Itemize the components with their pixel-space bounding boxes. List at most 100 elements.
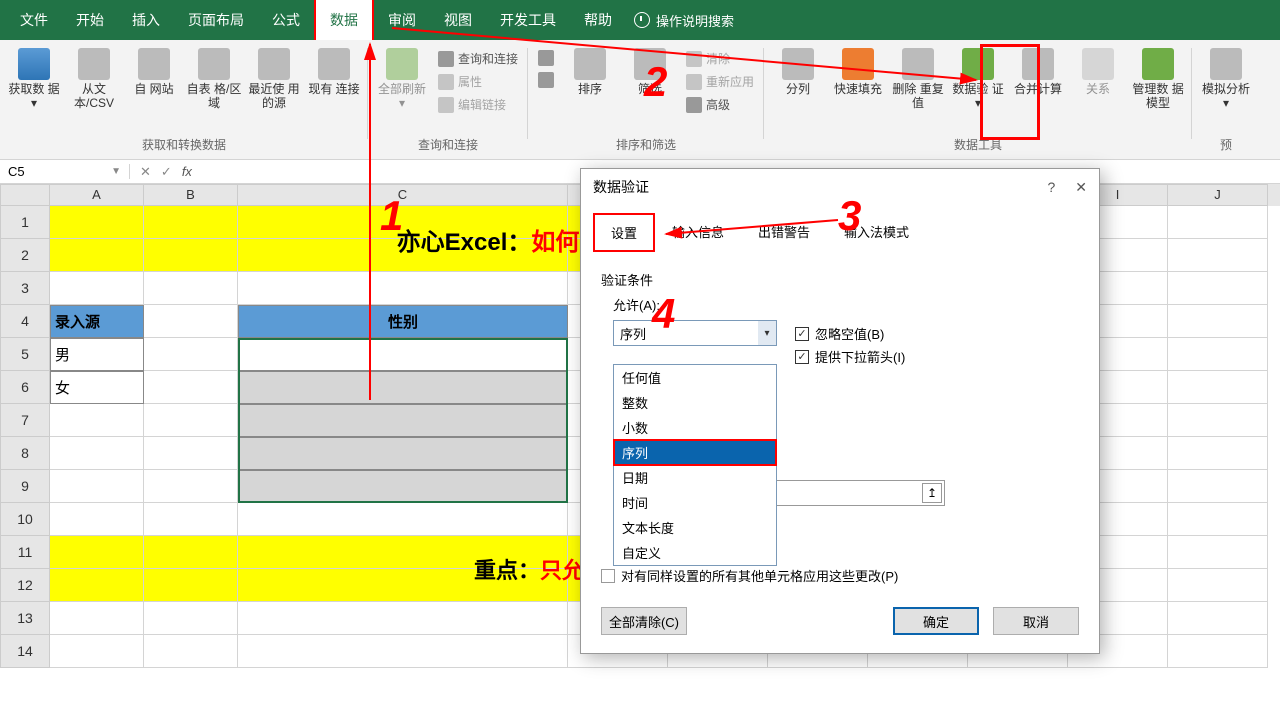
col-header-C[interactable]: C — [238, 184, 568, 206]
cell[interactable] — [1168, 635, 1268, 668]
allow-option[interactable]: 任何值 — [614, 365, 776, 390]
reapply-button[interactable]: 重新应用 — [682, 71, 758, 92]
cell[interactable]: 男 — [50, 338, 144, 371]
col-header-A[interactable]: A — [50, 184, 144, 206]
text-to-cols-button[interactable]: 分列 — [770, 48, 826, 96]
cell[interactable] — [144, 470, 238, 503]
row-header[interactable]: 8 — [0, 437, 50, 470]
allow-option[interactable]: 小数 — [614, 415, 776, 440]
allow-option[interactable]: 日期 — [614, 465, 776, 490]
recent-sources-button[interactable]: 最近使 用的源 — [246, 48, 302, 110]
allow-option[interactable]: 序列 — [614, 440, 776, 465]
cell[interactable] — [238, 338, 568, 371]
select-all-corner[interactable] — [0, 184, 50, 206]
allow-option[interactable]: 自定义 — [614, 540, 776, 565]
data-model-button[interactable]: 管理数 据模型 — [1130, 48, 1186, 110]
refresh-all-button[interactable]: 全部刷新 ▾ — [374, 48, 430, 110]
filter-button[interactable]: 筛选 — [622, 48, 678, 96]
cell[interactable] — [50, 602, 144, 635]
existing-conn-button[interactable]: 现有 连接 — [306, 48, 362, 96]
properties-button[interactable]: 属性 — [434, 71, 522, 92]
cell[interactable] — [144, 602, 238, 635]
row-header[interactable]: 5 — [0, 338, 50, 371]
row-header[interactable]: 14 — [0, 635, 50, 668]
menu-home[interactable]: 开始 — [62, 0, 118, 40]
cell[interactable] — [238, 272, 568, 305]
tab-input-msg[interactable]: 输入信息 — [655, 213, 741, 252]
menu-formula[interactable]: 公式 — [258, 0, 314, 40]
cell[interactable] — [50, 437, 144, 470]
cell[interactable] — [1168, 239, 1268, 272]
menu-dev[interactable]: 开发工具 — [486, 0, 570, 40]
cell[interactable] — [144, 371, 238, 404]
whatif-button[interactable]: 模拟分析 ▾ — [1198, 48, 1254, 110]
flash-fill-button[interactable]: 快速填充 — [830, 48, 886, 96]
row-header[interactable]: 6 — [0, 371, 50, 404]
col-header-J[interactable]: J — [1168, 184, 1268, 206]
col-header-B[interactable]: B — [144, 184, 238, 206]
cell[interactable] — [50, 272, 144, 305]
cell[interactable] — [1168, 404, 1268, 437]
fx-icon[interactable]: fx — [182, 164, 192, 180]
tab-ime[interactable]: 输入法模式 — [827, 213, 926, 252]
sort-button[interactable]: 排序 — [562, 48, 618, 96]
cell[interactable] — [1168, 569, 1268, 602]
row-header[interactable]: 3 — [0, 272, 50, 305]
cell[interactable] — [1168, 437, 1268, 470]
from-csv-button[interactable]: 从文 本/CSV — [66, 48, 122, 110]
cell[interactable] — [1168, 338, 1268, 371]
allow-combobox[interactable]: 序列▾ — [613, 320, 777, 346]
cell[interactable]: 重点：只允许录入男女 — [50, 536, 144, 569]
apply-all-checkbox[interactable]: 对有同样设置的所有其他单元格应用这些更改(P) — [601, 566, 1079, 585]
tell-me-search[interactable]: 操作说明搜索 — [634, 11, 734, 30]
cell[interactable] — [144, 338, 238, 371]
cell[interactable]: 录入源 — [50, 305, 144, 338]
cell[interactable] — [1168, 536, 1268, 569]
menu-data[interactable]: 数据 — [314, 0, 374, 42]
row-header[interactable]: 10 — [0, 503, 50, 536]
row-header[interactable]: 1 — [0, 206, 50, 239]
get-data-button[interactable]: 获取数 据 ▾ — [6, 48, 62, 110]
consolidate-button[interactable]: 合并计算 — [1010, 48, 1066, 96]
queries-conn-button[interactable]: 查询和连接 — [434, 48, 522, 69]
cell[interactable]: 亦心Excel：如何防止数据录入出错 — [50, 206, 144, 239]
cell[interactable] — [50, 503, 144, 536]
edit-links-button[interactable]: 编辑链接 — [434, 94, 522, 115]
cell[interactable] — [1168, 371, 1268, 404]
cell[interactable] — [144, 404, 238, 437]
menu-view[interactable]: 视图 — [430, 0, 486, 40]
cancel-icon[interactable]: ✕ — [140, 164, 151, 180]
cell[interactable]: 性别 — [238, 305, 568, 338]
from-web-button[interactable]: 自 网站 — [126, 48, 182, 96]
cell[interactable] — [238, 404, 568, 437]
cell[interactable] — [238, 635, 568, 668]
cell[interactable] — [144, 503, 238, 536]
cell[interactable] — [50, 635, 144, 668]
range-picker-icon[interactable]: ↥ — [922, 483, 942, 503]
row-header[interactable]: 2 — [0, 239, 50, 272]
cell[interactable] — [50, 470, 144, 503]
cell[interactable] — [238, 470, 568, 503]
sort-asc-button[interactable] — [534, 48, 558, 68]
ok-button[interactable]: 确定 — [893, 607, 979, 635]
row-header[interactable]: 4 — [0, 305, 50, 338]
allow-option[interactable]: 整数 — [614, 390, 776, 415]
sort-desc-button[interactable] — [534, 70, 558, 90]
cell[interactable] — [1168, 206, 1268, 239]
cell[interactable] — [238, 602, 568, 635]
clear-all-button[interactable]: 全部清除(C) — [601, 607, 687, 635]
row-header[interactable]: 13 — [0, 602, 50, 635]
cell[interactable] — [1168, 305, 1268, 338]
menu-help[interactable]: 帮助 — [570, 0, 626, 40]
cell[interactable] — [144, 305, 238, 338]
row-header[interactable]: 9 — [0, 470, 50, 503]
cell[interactable] — [144, 272, 238, 305]
menu-file[interactable]: 文件 — [6, 0, 62, 40]
ignore-blank-checkbox[interactable]: ✓忽略空值(B) — [795, 324, 905, 343]
cell[interactable] — [144, 437, 238, 470]
cell[interactable] — [238, 437, 568, 470]
allow-option[interactable]: 时间 — [614, 490, 776, 515]
from-table-button[interactable]: 自表 格/区域 — [186, 48, 242, 110]
dropdown-arrow-checkbox[interactable]: ✓提供下拉箭头(I) — [795, 347, 905, 366]
row-header[interactable]: 7 — [0, 404, 50, 437]
